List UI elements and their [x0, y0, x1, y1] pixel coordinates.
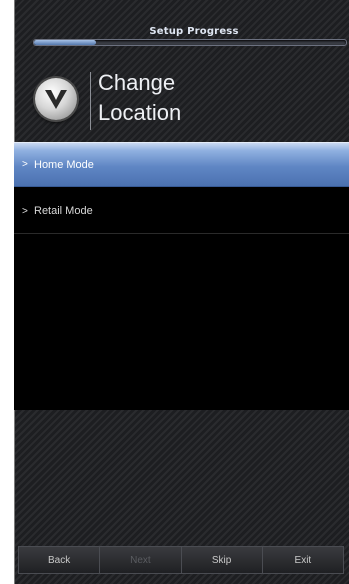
- setup-progress: Setup Progress: [29, 22, 347, 52]
- chevron-right-icon: >: [22, 159, 28, 170]
- chevron-right-icon: >: [22, 205, 28, 217]
- next-button[interactable]: Next: [100, 547, 182, 573]
- progress-fill: [34, 40, 97, 45]
- bottom-navigation-bar: Back Next Skip Exit: [18, 546, 344, 574]
- title-divider: [90, 72, 91, 130]
- menu-item-label: Retail Mode: [34, 205, 93, 217]
- progress-track: [33, 39, 347, 46]
- back-button[interactable]: Back: [19, 547, 101, 573]
- progress-title: Setup Progress: [149, 26, 239, 37]
- menu-item-label: Home Mode: [34, 158, 94, 171]
- menu-item-home-mode[interactable]: > Home Mode: [14, 142, 349, 187]
- skip-button[interactable]: Skip: [182, 547, 263, 573]
- location-menu: > Home Mode > Retail Mode: [14, 142, 349, 410]
- menu-item-retail-mode[interactable]: > Retail Mode: [14, 189, 349, 234]
- exit-button[interactable]: Exit: [263, 547, 343, 573]
- vizio-v-logo-icon: [35, 78, 77, 120]
- page-title-line-1: Change: [98, 70, 176, 95]
- page-title-line-2: Location: [98, 100, 182, 125]
